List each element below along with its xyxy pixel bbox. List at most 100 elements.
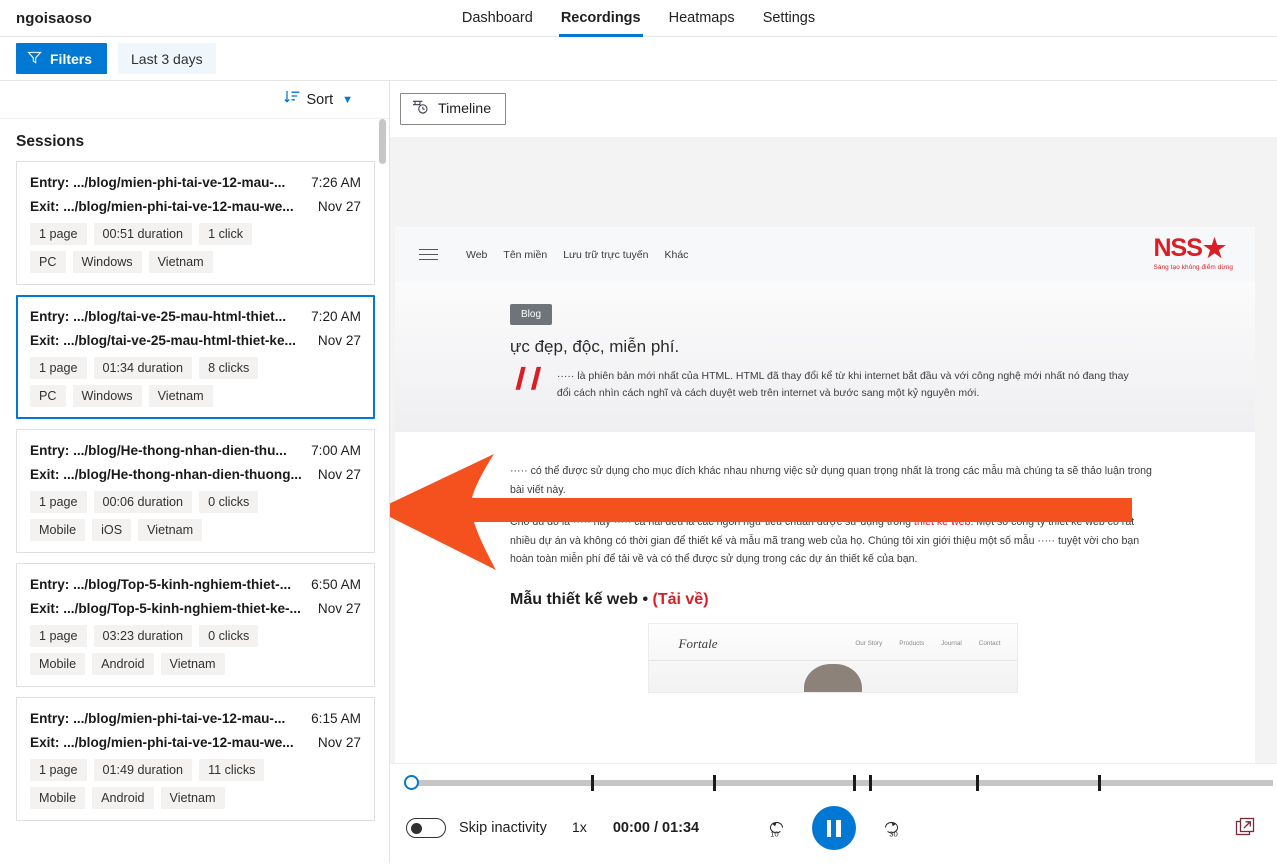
session-list: Entry: .../blog/mien-phi-tai-ve-12-mau-.…	[0, 161, 389, 863]
session-os-pill: Windows	[73, 385, 142, 407]
session-exit-line: Exit: .../blog/mien-phi-tai-ve-12-mau-we…	[30, 199, 361, 214]
session-clicks-pill: 1 click	[199, 223, 252, 245]
session-device-pill: Mobile	[30, 787, 85, 809]
session-device-pill: PC	[30, 251, 66, 273]
preview-template-thumbnail: Fortale Our Story Products Journal Conta…	[648, 623, 1018, 693]
session-card[interactable]: Entry: .../blog/He-thong-nhan-dien-thu..…	[16, 429, 375, 553]
preview-hero: Blog ực đẹp, độc, miễn phí. ❙❙ ····· là …	[395, 282, 1255, 432]
session-time: 6:50 AM	[301, 577, 361, 592]
session-entry-url: Entry: .../blog/mien-phi-tai-ve-12-mau-.…	[30, 711, 285, 726]
session-clicks-pill: 0 clicks	[199, 625, 258, 647]
svg-text:30: 30	[889, 829, 898, 838]
session-device-pill: Mobile	[30, 653, 85, 675]
session-date: Nov 27	[308, 199, 361, 214]
transport-controls: 10 30	[760, 806, 908, 850]
nav-item-settings[interactable]: Settings	[749, 0, 829, 37]
session-pages-pill: 1 page	[30, 491, 87, 513]
session-device-pill: PC	[30, 385, 66, 407]
rewind-10-icon[interactable]: 10	[760, 811, 794, 845]
progress-track[interactable]	[406, 780, 1273, 786]
session-clicks-pill: 0 clicks	[199, 491, 258, 513]
session-clicks-pill: 8 clicks	[199, 357, 258, 379]
date-range-button[interactable]: Last 3 days	[118, 43, 216, 74]
session-card[interactable]: Entry: .../blog/Top-5-kinh-nghiem-thiet-…	[16, 563, 375, 687]
preview-nav-web[interactable]: Web	[466, 249, 487, 261]
session-exit-url: Exit: .../blog/tai-ve-25-mau-html-thiet-…	[30, 333, 296, 348]
preview-nav-hosting[interactable]: Lưu trữ trực tuyến	[563, 249, 648, 261]
forward-30-icon[interactable]: 30	[874, 811, 908, 845]
open-in-new-window-icon[interactable]	[1229, 816, 1261, 841]
skip-inactivity-label: Skip inactivity	[459, 820, 547, 836]
timeline-button[interactable]: Timeline	[400, 93, 506, 125]
pause-button[interactable]	[812, 806, 856, 850]
main-content: Sort ▼ Sessions Entry: .../blog/mien-phi…	[0, 81, 1277, 863]
preview-download-link[interactable]: (Tải về)	[653, 591, 709, 608]
session-exit-url: Exit: .../blog/mien-phi-tai-ve-12-mau-we…	[30, 199, 294, 214]
session-duration-pill: 01:49 duration	[94, 759, 193, 781]
session-device-row: PC Windows Vietnam	[30, 385, 361, 407]
session-os-pill: Android	[92, 787, 153, 809]
sort-descending-icon	[284, 90, 300, 109]
session-date: Nov 27	[308, 601, 361, 616]
sessions-sidebar: Sort ▼ Sessions Entry: .../blog/mien-phi…	[0, 81, 390, 863]
session-entry-line: Entry: .../blog/mien-phi-tai-ve-12-mau-.…	[30, 175, 361, 190]
session-device-row: Mobile Android Vietnam	[30, 653, 361, 675]
session-stats-row: 1 page 01:49 duration 11 clicks	[30, 759, 361, 781]
nav-item-recordings[interactable]: Recordings	[547, 0, 655, 37]
app-header: ngoisaoso Dashboard Recordings Heatmaps …	[0, 0, 1277, 37]
hamburger-icon[interactable]	[419, 249, 438, 260]
sort-button[interactable]: Sort ▼	[278, 89, 359, 110]
session-player: Timeline Web Tên miền Lưu trữ trực tuyến…	[390, 81, 1277, 863]
session-device-pill: Mobile	[30, 519, 85, 541]
session-card[interactable]: Entry: .../blog/mien-phi-tai-ve-12-mau-.…	[16, 161, 375, 285]
filters-button-label: Filters	[50, 51, 92, 67]
session-date: Nov 27	[308, 467, 361, 482]
session-entry-url: Entry: .../blog/tai-ve-25-mau-html-thiet…	[30, 309, 286, 324]
preview-hero-title: ực đẹp, độc, miễn phí.	[510, 337, 1255, 357]
preview-paragraph-2a: Cho dù đó là ····· hay ····· cả hai đều …	[510, 516, 914, 528]
preview-nav-other[interactable]: Khác	[664, 249, 688, 261]
playback-speed[interactable]: 1x	[572, 820, 587, 836]
thumbnail-nav-contact: Contact	[979, 640, 1001, 647]
session-country-pill: Vietnam	[161, 653, 225, 675]
chevron-down-icon: ▼	[342, 94, 353, 106]
session-card-selected[interactable]: Entry: .../blog/tai-ve-25-mau-html-thiet…	[16, 295, 375, 419]
replay-stage: Web Tên miền Lưu trữ trực tuyến Khác NSS…	[390, 137, 1277, 763]
progress-handle[interactable]	[404, 775, 419, 790]
thumbnail-person-image	[804, 664, 862, 693]
nav-item-dashboard[interactable]: Dashboard	[448, 0, 547, 37]
nav-item-heatmaps[interactable]: Heatmaps	[655, 0, 749, 37]
preview-paragraph-2: Cho dù đó là ····· hay ····· cả hai đều …	[510, 513, 1155, 569]
svg-text:10: 10	[770, 829, 779, 838]
quote-mark-icon: ❙❙	[510, 368, 541, 403]
session-exit-url: Exit: .../blog/mien-phi-tai-ve-12-mau-we…	[30, 735, 294, 750]
preview-site-logo: NSS ★ Sáng tạo không điểm dừng	[1153, 235, 1233, 271]
session-entry-line: Entry: .../blog/Top-5-kinh-nghiem-thiet-…	[30, 577, 361, 592]
time-display: 00:00 / 01:34	[613, 820, 699, 836]
preview-nav-domain[interactable]: Tên miền	[503, 249, 547, 261]
timeline-button-label: Timeline	[438, 101, 491, 117]
thumbnail-nav-our-story: Our Story	[855, 640, 882, 647]
session-stats-row: 1 page 01:34 duration 8 clicks	[30, 357, 361, 379]
transport-row: Skip inactivity 1x 00:00 / 01:34 10	[406, 804, 1261, 852]
session-time: 7:26 AM	[301, 175, 361, 190]
preview-inline-link[interactable]: thiết kế web	[914, 516, 971, 528]
session-entry-line: Entry: .../blog/He-thong-nhan-dien-thu..…	[30, 443, 361, 458]
funnel-icon	[27, 50, 42, 68]
event-marker	[869, 775, 872, 791]
session-os-pill: iOS	[92, 519, 131, 541]
thumbnail-nav-journal: Journal	[941, 640, 962, 647]
session-stats-row: 1 page 00:51 duration 1 click	[30, 223, 361, 245]
session-os-pill: Windows	[73, 251, 142, 273]
session-card[interactable]: Entry: .../blog/mien-phi-tai-ve-12-mau-.…	[16, 697, 375, 821]
event-marker	[713, 775, 716, 791]
sessions-heading: Sessions	[0, 119, 389, 161]
session-device-row: PC Windows Vietnam	[30, 251, 361, 273]
preview-quote-text: ····· là phiên bản mới nhất của HTML. HT…	[557, 368, 1135, 403]
session-duration-pill: 03:23 duration	[94, 625, 193, 647]
session-date: Nov 27	[308, 333, 361, 348]
skip-inactivity-toggle[interactable]	[406, 818, 446, 838]
filters-button[interactable]: Filters	[16, 43, 107, 74]
progress-scrubber[interactable]	[406, 773, 1273, 793]
session-exit-url: Exit: .../blog/Top-5-kinh-nghiem-thiet-k…	[30, 601, 301, 616]
